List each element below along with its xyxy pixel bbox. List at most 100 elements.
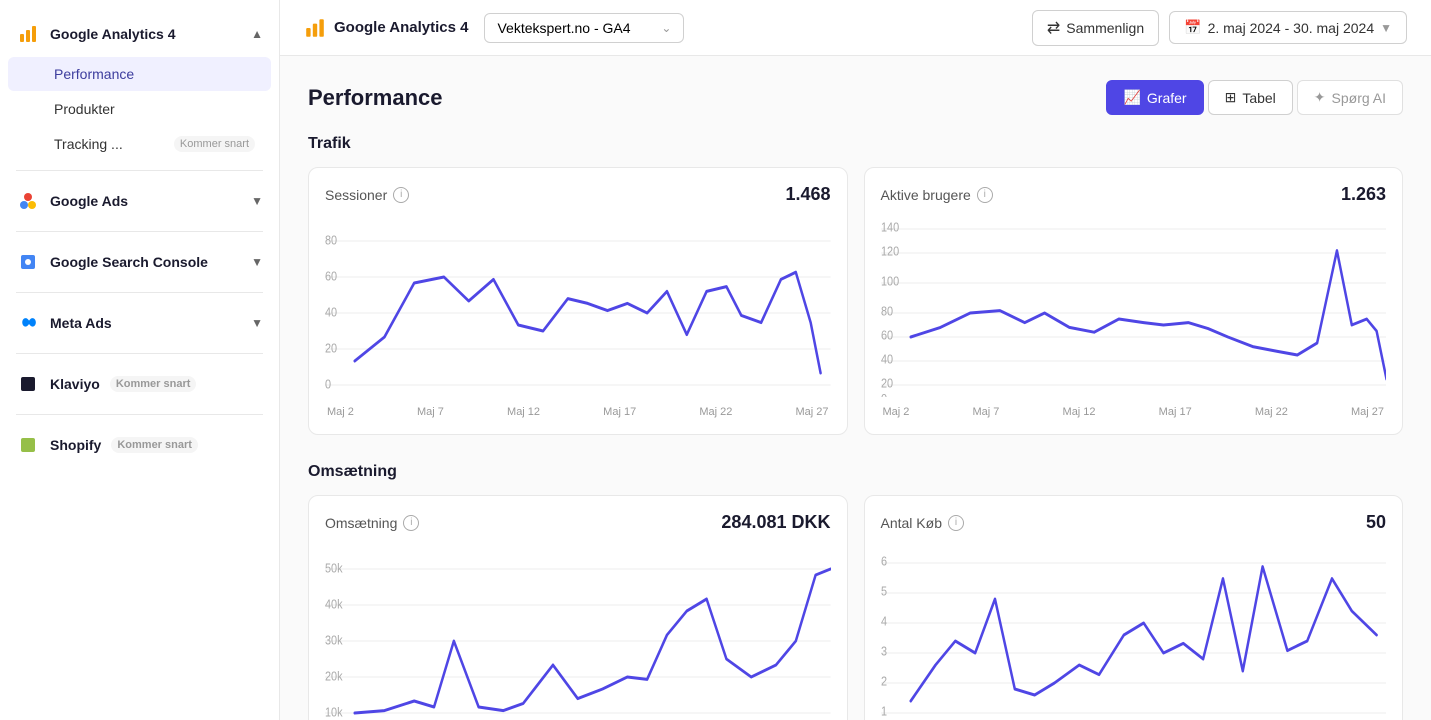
omsaetning-title: Omsætning xyxy=(308,463,1403,481)
svg-text:40: 40 xyxy=(325,305,337,320)
page-header: Performance 📈 Grafer ⊞ Tabel ✦ Spørg AI xyxy=(308,80,1403,115)
sidebar-header-gsc[interactable]: Google Search Console ▼ xyxy=(0,240,279,284)
aktive-info-icon[interactable]: i xyxy=(977,187,993,203)
sidebar-header-ga4[interactable]: Google Analytics 4 ▲ xyxy=(0,12,279,56)
topbar-actions: ⇄ Sammenlign 📅 2. maj 2024 - 30. maj 202… xyxy=(1032,10,1407,46)
topbar-logo: Google Analytics 4 xyxy=(304,17,468,39)
klaviyo-coming-soon: Kommer snart xyxy=(110,376,197,392)
sidebar-label-shopify: Shopify xyxy=(50,437,101,453)
google-ads-icon xyxy=(16,189,40,213)
sessioner-info-icon[interactable]: i xyxy=(393,187,409,203)
aktive-label: Aktive brugere xyxy=(881,187,971,203)
grafer-button[interactable]: 📈 Grafer xyxy=(1106,80,1203,115)
topbar-ga-icon xyxy=(304,17,326,39)
aktive-x-labels: Maj 2 Maj 7 Maj 12 Maj 17 Maj 22 Maj 27 xyxy=(881,406,1387,418)
omsaetning-value: 284.081 DKK xyxy=(721,512,830,533)
trafik-section: Trafik Sessioner i 1.468 xyxy=(308,135,1403,435)
compare-icon: ⇄ xyxy=(1047,18,1060,38)
grafer-icon: 📈 xyxy=(1123,89,1140,106)
svg-text:40: 40 xyxy=(881,351,893,366)
divider-5 xyxy=(16,414,263,415)
antal-kob-card: Antal Køb i 50 6 5 4 xyxy=(864,495,1404,720)
chevron-down-google-ads: ▼ xyxy=(251,194,263,208)
aktive-brugere-card: Aktive brugere i 1.263 140 xyxy=(864,167,1404,435)
date-chevron: ▼ xyxy=(1380,21,1392,35)
antal-chart: 6 5 4 3 2 1 xyxy=(881,545,1387,720)
page-title: Performance xyxy=(308,85,443,111)
ai-button[interactable]: ✦ Spørg AI xyxy=(1297,80,1403,115)
tabel-label: Tabel xyxy=(1242,90,1275,106)
omsaetning-title-row: Omsætning i xyxy=(325,515,419,531)
property-selector[interactable]: Vektekspert.no - GA4 ⌄ xyxy=(484,13,684,43)
sidebar-header-klaviyo[interactable]: Klaviyo Kommer snart xyxy=(0,362,279,406)
sessioner-card: Sessioner i 1.468 80 60 40 xyxy=(308,167,848,435)
trafik-title: Trafik xyxy=(308,135,1403,153)
aktive-chart: 140 120 100 80 60 40 20 0 xyxy=(881,217,1387,397)
sidebar-label-google-ads: Google Ads xyxy=(50,193,128,209)
svg-text:50k: 50k xyxy=(325,561,343,576)
svg-text:3: 3 xyxy=(881,643,887,658)
sidebar-section-ga4: Google Analytics 4 ▲ Performance Produkt… xyxy=(0,8,279,166)
svg-text:6: 6 xyxy=(881,553,887,568)
omsaetning-card: Omsætning i 284.081 DKK 50k 40k 30k xyxy=(308,495,848,720)
divider-4 xyxy=(16,353,263,354)
shopify-coming-soon: Kommer snart xyxy=(111,437,198,453)
sessioner-value: 1.468 xyxy=(785,184,830,205)
aktive-title-row: Aktive brugere i xyxy=(881,187,993,203)
sidebar-label-gsc: Google Search Console xyxy=(50,254,208,270)
selector-chevron: ⌄ xyxy=(661,21,671,35)
topbar: Google Analytics 4 Vektekspert.no - GA4 … xyxy=(280,0,1431,56)
date-picker-button[interactable]: 📅 2. maj 2024 - 30. maj 2024 ▼ xyxy=(1169,11,1407,44)
compare-button[interactable]: ⇄ Sammenlign xyxy=(1032,10,1159,46)
omsaetning-chart: 50k 40k 30k 20k 10k xyxy=(325,545,831,720)
svg-text:60: 60 xyxy=(325,269,337,284)
svg-text:20k: 20k xyxy=(325,669,343,684)
search-console-icon xyxy=(16,250,40,274)
svg-text:2: 2 xyxy=(881,673,887,688)
sidebar-item-performance[interactable]: Performance xyxy=(8,57,271,91)
sidebar-header-google-ads[interactable]: Google Ads ▼ xyxy=(0,179,279,223)
sessioner-header: Sessioner i 1.468 xyxy=(325,184,831,205)
tabel-button[interactable]: ⊞ Tabel xyxy=(1208,80,1293,115)
antal-label: Antal Køb xyxy=(881,515,942,531)
sidebar-item-produkter[interactable]: Produkter xyxy=(8,92,271,126)
sidebar-header-meta[interactable]: Meta Ads ▼ xyxy=(0,301,279,345)
svg-text:1: 1 xyxy=(881,703,887,718)
sidebar-item-tracking[interactable]: Tracking ... Kommer snart xyxy=(8,127,271,161)
trafik-charts: Sessioner i 1.468 80 60 40 xyxy=(308,167,1403,435)
svg-text:20: 20 xyxy=(881,375,893,390)
svg-text:120: 120 xyxy=(881,243,899,258)
antal-title-row: Antal Køb i xyxy=(881,515,964,531)
omsaetning-label: Omsætning xyxy=(325,515,397,531)
svg-text:30k: 30k xyxy=(325,633,343,648)
sessioner-x-labels: Maj 2 Maj 7 Maj 12 Maj 17 Maj 22 Maj 27 xyxy=(325,406,831,418)
compare-label: Sammenlign xyxy=(1066,20,1144,36)
sidebar-section-klaviyo: Klaviyo Kommer snart xyxy=(0,358,279,410)
property-name: Vektekspert.no - GA4 xyxy=(497,20,630,36)
svg-text:100: 100 xyxy=(881,273,899,288)
klaviyo-icon xyxy=(16,372,40,396)
svg-text:140: 140 xyxy=(881,219,899,234)
sidebar-header-shopify[interactable]: Shopify Kommer snart xyxy=(0,423,279,467)
view-toggle: 📈 Grafer ⊞ Tabel ✦ Spørg AI xyxy=(1106,80,1403,115)
grafer-label: Grafer xyxy=(1147,90,1187,106)
chevron-up-icon: ▲ xyxy=(251,27,263,41)
sidebar-section-shopify: Shopify Kommer snart xyxy=(0,419,279,471)
svg-text:0: 0 xyxy=(325,377,331,392)
ai-label: Spørg AI xyxy=(1332,90,1386,106)
antal-info-icon[interactable]: i xyxy=(948,515,964,531)
sessioner-chart: 80 60 40 20 0 xyxy=(325,217,831,397)
chevron-down-meta: ▼ xyxy=(251,316,263,330)
antal-header: Antal Køb i 50 xyxy=(881,512,1387,533)
aktive-value: 1.263 xyxy=(1341,184,1386,205)
divider-2 xyxy=(16,231,263,232)
tracking-coming-soon: Kommer snart xyxy=(174,136,255,152)
svg-text:80: 80 xyxy=(325,233,337,248)
svg-text:20: 20 xyxy=(325,341,337,356)
divider-3 xyxy=(16,292,263,293)
topbar-app-name: Google Analytics 4 xyxy=(334,19,468,36)
date-range-label: 2. maj 2024 - 30. maj 2024 xyxy=(1208,20,1375,36)
meta-icon xyxy=(16,311,40,335)
antal-value: 50 xyxy=(1366,512,1386,533)
omsaetning-info-icon[interactable]: i xyxy=(403,515,419,531)
